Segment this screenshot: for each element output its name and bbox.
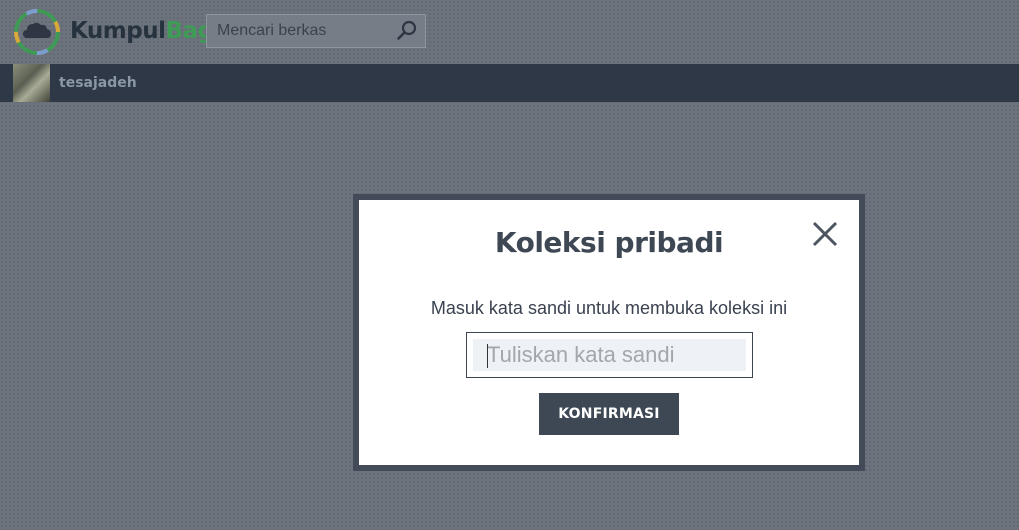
confirm-button[interactable]: KONFIRMASI bbox=[539, 393, 679, 435]
user-bar: tesajadeh bbox=[0, 64, 1019, 102]
username-label[interactable]: tesajadeh bbox=[59, 74, 137, 92]
password-field-wrapper bbox=[466, 332, 753, 378]
text-caret bbox=[487, 344, 488, 368]
dialog-title: Koleksi pribadi bbox=[494, 226, 724, 259]
close-icon[interactable] bbox=[811, 220, 839, 248]
brand-name[interactable]: KumpulBagi bbox=[70, 15, 221, 47]
password-input[interactable] bbox=[473, 339, 746, 371]
search-icon[interactable] bbox=[395, 19, 419, 43]
search-box bbox=[206, 14, 426, 48]
brand-part-kumpul: Kumpul bbox=[70, 18, 166, 44]
user-avatar[interactable] bbox=[13, 64, 50, 102]
kumpulbagi-logo-icon[interactable] bbox=[12, 7, 62, 57]
modal-frame: Koleksi pribadi Masuk kata sandi untuk m… bbox=[353, 194, 865, 471]
dialog-message: Masuk kata sandi untuk membuka koleksi i… bbox=[430, 298, 788, 318]
private-collection-dialog: Koleksi pribadi Masuk kata sandi untuk m… bbox=[359, 200, 859, 465]
search-input[interactable] bbox=[207, 15, 393, 47]
app-header: KumpulBagi bbox=[0, 0, 1019, 64]
